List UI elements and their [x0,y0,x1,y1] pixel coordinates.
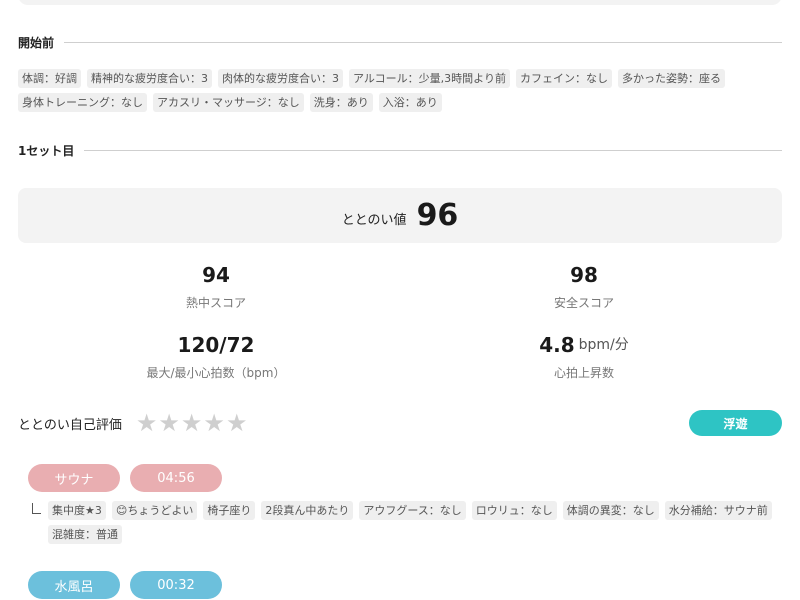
sauna-label-pill: サウナ [28,464,120,492]
hr-rise-label: 心拍上昇数 [553,366,614,380]
condition-tag: アウフグース：なし [359,501,466,520]
sauna-time-pill: 04:56 [130,464,222,492]
condition-tag: 水分補給：サウナ前 [664,501,772,520]
condition-tag: アカスリ・マッサージ：なし [153,93,304,112]
divider [84,149,782,151]
condition-tag: 椅子座り [203,501,256,520]
condition-tag: 体調の異変：なし [562,501,659,520]
previous-card [18,0,782,5]
totonoi-label: ととのい値 [341,213,407,228]
hr-rise-value-row: 4.8 bpm/分 [434,332,734,358]
totonoi-value: 96 [416,198,459,233]
star-icon[interactable]: ★ [226,409,248,437]
set1-section-title: 1セット目 [18,143,75,158]
safety-score-label: 安全スコア [553,296,614,310]
divider [64,41,782,43]
star-icon[interactable]: ★ [136,409,158,437]
condition-tag: アルコール：少量,3時間より前 [349,69,510,88]
condition-tag: 混雑度：普通 [48,525,122,544]
hr-rise-metric: 4.8 bpm/分 心拍上昇数 [434,332,734,381]
condition-tag: 身体トレーニング：なし [18,93,147,112]
safety-score-metric: 98 安全スコア [434,262,734,311]
star-icon[interactable]: ★ [203,409,225,437]
before-section-header: 開始前 [18,32,782,52]
max-min-hr-label: 最大/最小心拍数（bpm） [146,366,286,380]
before-section-title: 開始前 [18,35,55,50]
max-min-hr-metric: 120/72 最大/最小心拍数（bpm） [66,332,366,381]
condition-tag: 集中度★3 [48,501,106,520]
condition-tag: 体調：好調 [18,69,81,88]
condition-tag: 精神的な疲労度合い：3 [87,69,212,88]
hr-rise-value: 4.8 [539,333,575,357]
condition-tag: 多かった姿勢：座る [617,69,725,88]
self-evaluation-label: ととのい自己評価 [18,417,122,433]
totonoi-card: ととのい値 96 [18,188,782,243]
condition-tag: 😊ちょうどよい [111,501,198,520]
condition-tag: カフェイン：なし [515,69,612,88]
float-button[interactable]: 浮遊 [689,410,782,436]
safety-score-value: 98 [570,263,598,287]
water-bath-time-pill: 00:32 [130,571,222,599]
hr-rise-unit: bpm/分 [578,337,629,353]
self-evaluation: ととのい自己評価 ★★★★★ [18,410,248,436]
max-min-hr-value: 120/72 [177,333,255,357]
heat-score-metric: 94 熱中スコア [66,262,366,311]
water-bath-label-pill: 水風呂 [28,571,120,599]
sauna-tag-list: 集中度★3 😊ちょうどよい 椅子座り 2段真ん中あたり アウフグース：なし ロウリュ：なし… [48,501,788,544]
heat-score-label: 熱中スコア [185,296,246,310]
heat-score-value: 94 [202,263,230,287]
before-tag-list: 体調：好調 精神的な疲労度合い：3 肉体的な疲労度合い：3 アルコール：少量,3時間よ… [18,69,788,112]
condition-tag: 肉体的な疲労度合い：3 [218,69,343,88]
condition-tag: 洗身：あり [309,93,373,112]
star-rating[interactable]: ★★★★★ [136,410,249,436]
condition-tag: 入浴：あり [378,93,442,112]
star-icon[interactable]: ★ [158,409,180,437]
condition-tag: 2段真ん中あたり [261,501,354,520]
set1-section-header: 1セット目 [18,140,782,160]
condition-tag: ロウリュ：なし [471,501,557,520]
sub-item-corner-icon [32,503,41,514]
star-icon[interactable]: ★ [181,409,203,437]
